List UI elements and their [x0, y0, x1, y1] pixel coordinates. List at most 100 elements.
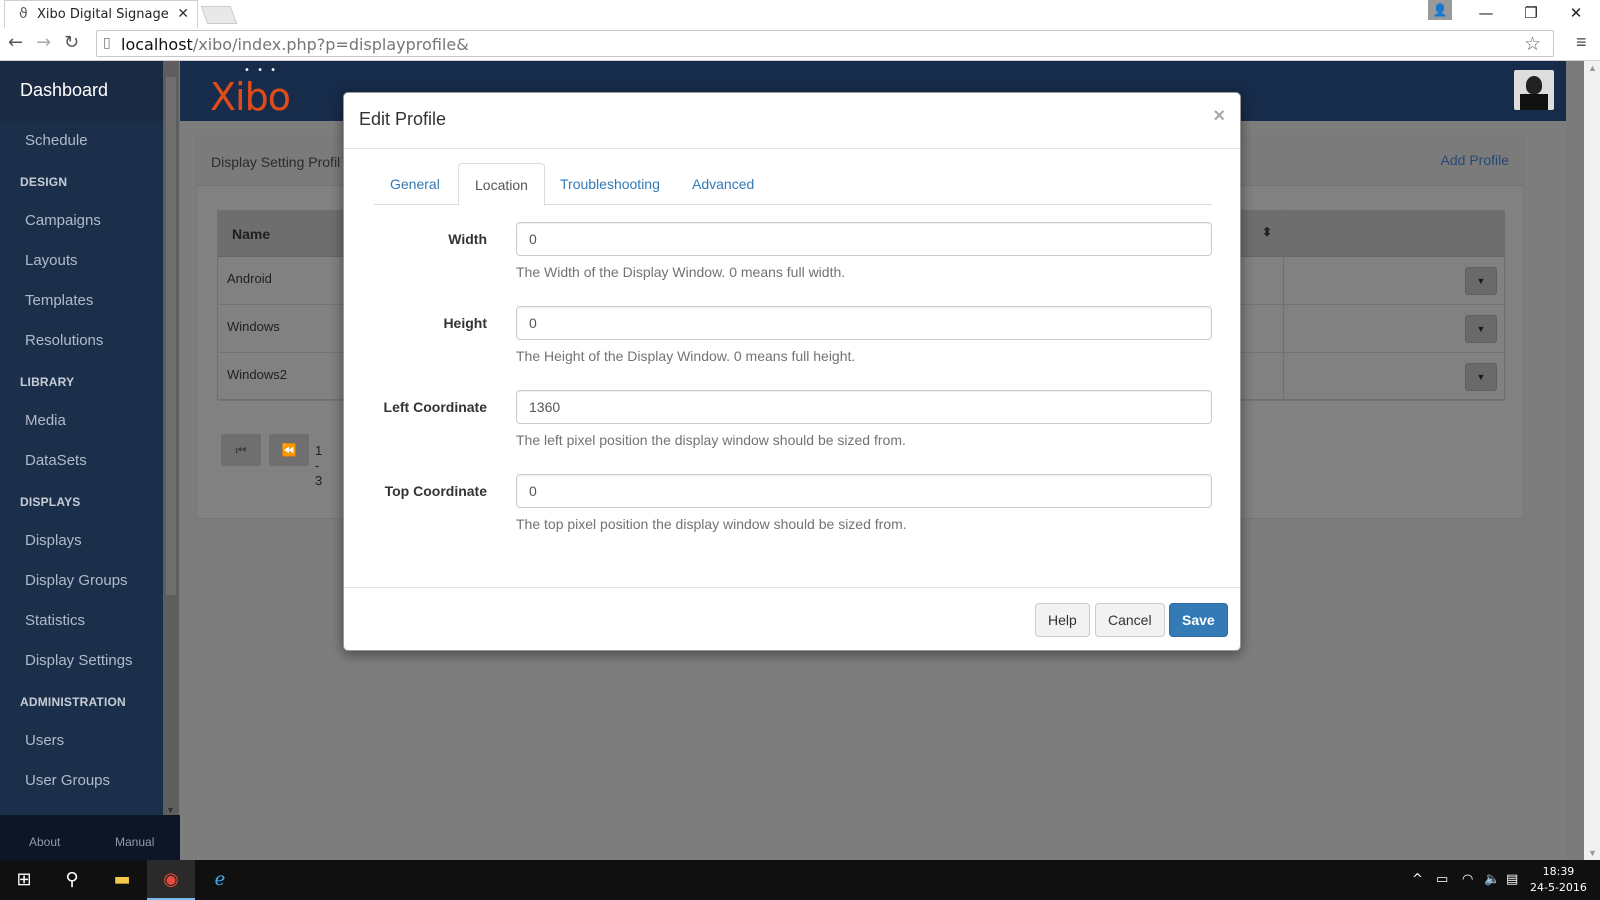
modal-title: Edit Profile — [359, 109, 447, 129]
pager-text: 1 - 3 — [315, 443, 323, 488]
panel-title: Display Setting Profil — [211, 154, 341, 170]
sidebar-section-design: DESIGN — [20, 175, 68, 189]
restore-icon[interactable]: ❐ — [1509, 0, 1553, 26]
search-icon[interactable]: ⚲ — [48, 860, 96, 900]
sidebar-item-users[interactable]: Users — [0, 721, 163, 761]
file-explorer-icon[interactable]: ▬ — [98, 860, 146, 900]
internet-explorer-icon[interactable]: ℯ — [196, 860, 244, 900]
save-button[interactable]: Save — [1169, 603, 1228, 637]
avatar-head — [1526, 76, 1542, 94]
sidebar-item-displays[interactable]: Displays — [0, 521, 163, 561]
height-help: The Height of the Display Window. 0 mean… — [516, 348, 856, 364]
tray-chevron-icon[interactable]: ^ — [1412, 872, 1423, 887]
sidebar-item-campaigns[interactable]: Campaigns — [0, 201, 163, 241]
height-input[interactable] — [516, 306, 1212, 340]
manual-link[interactable]: Manual — [115, 835, 154, 849]
xibo-logo[interactable]: Xibo • • • — [210, 65, 291, 119]
sidebar-brand-dashboard[interactable]: Dashboard — [0, 61, 163, 121]
page-scroll-down-icon[interactable]: ▼ — [1588, 848, 1597, 858]
height-label: Height — [443, 315, 487, 331]
new-tab-button[interactable] — [200, 6, 238, 24]
clock-date: 24-5-2016 — [1530, 881, 1587, 894]
previous-page-icon[interactable]: ⏪ — [269, 434, 309, 466]
logo-dots: • • • — [244, 65, 279, 76]
sidebar-item-user-groups[interactable]: User Groups — [0, 761, 163, 801]
sidebar-section-administration: ADMINISTRATION — [20, 695, 126, 709]
sidebar-footer: About Manual — [0, 815, 180, 860]
sidebar-item-media[interactable]: Media — [0, 401, 163, 441]
sort-icon[interactable]: ⬍ — [1262, 225, 1272, 239]
tab-advanced[interactable]: Advanced — [676, 163, 770, 205]
left-coordinate-help: The left pixel position the display wind… — [516, 432, 906, 448]
row-actions-dropdown-icon[interactable]: ▼ — [1465, 363, 1497, 391]
scroll-up-icon[interactable]: ▲ — [1588, 63, 1597, 73]
row-name: Windows2 — [227, 367, 287, 382]
modal-close-icon[interactable]: × — [1213, 105, 1225, 128]
bookmark-star-icon[interactable]: ☆ — [1524, 33, 1541, 55]
sidebar-item-display-groups[interactable]: Display Groups — [0, 561, 163, 601]
tab-location[interactable]: Location — [458, 163, 545, 206]
modal-header: Edit Profile × — [344, 93, 1240, 149]
url-host: localhost — [121, 35, 193, 54]
sidebar-item-schedule[interactable]: Schedule — [0, 121, 163, 161]
tab-troubleshooting[interactable]: Troubleshooting — [544, 163, 676, 205]
tab-general[interactable]: General — [374, 163, 456, 205]
sidebar-item-display-settings[interactable]: Display Settings — [0, 641, 163, 681]
page-scrollbar[interactable]: ▲ ▼ — [1584, 61, 1600, 860]
top-coordinate-help: The top pixel position the display windo… — [516, 516, 907, 532]
page-icon: ▯ — [103, 35, 111, 51]
tab-title: Xibo Digital Signage — [37, 7, 169, 22]
wifi-icon[interactable]: ◠ — [1462, 872, 1473, 887]
address-toolbar: ← → ↻ ▯ localhost/xibo/index.php?p=displ… — [0, 28, 1600, 61]
close-tab-icon[interactable]: ✕ — [177, 6, 189, 22]
add-profile-link[interactable]: Add Profile — [1441, 152, 1509, 168]
sidebar-item-datasets[interactable]: DataSets — [0, 441, 163, 481]
top-coordinate-input[interactable] — [516, 474, 1212, 508]
xibo-favicon-icon: ϑ — [19, 6, 28, 22]
width-help: The Width of the Display Window. 0 means… — [516, 264, 846, 280]
windows-start-icon[interactable]: ⊞ — [0, 860, 48, 900]
sidebar-section-displays: DISPLAYS — [20, 495, 81, 509]
minimize-icon[interactable]: — — [1464, 0, 1508, 26]
first-page-icon[interactable]: ⏮ — [221, 434, 261, 466]
clock[interactable]: 18:39 24-5-2016 — [1530, 864, 1587, 896]
left-coordinate-input[interactable] — [516, 390, 1212, 424]
row-name: Windows — [227, 319, 280, 334]
modal-tabs: General Location Troubleshooting Advance… — [374, 163, 1212, 206]
cancel-button[interactable]: Cancel — [1095, 603, 1165, 637]
volume-icon[interactable]: 🔈 — [1484, 872, 1500, 887]
reload-icon[interactable]: ↻ — [64, 32, 79, 53]
sidebar-menu: Schedule DESIGN Campaigns Layouts Templates R… — [0, 121, 163, 801]
sidebar-section-library: LIBRARY — [20, 375, 75, 389]
browser-menu-icon[interactable]: ≡ — [1576, 32, 1587, 53]
clock-time: 18:39 — [1542, 865, 1575, 878]
browser-tab[interactable]: ϑ Xibo Digital Signage ✕ — [4, 0, 198, 28]
sidebar-scrollbar[interactable]: ▼ — [163, 61, 179, 815]
forward-icon[interactable]: → — [36, 32, 51, 53]
sidebar-item-resolutions[interactable]: Resolutions — [0, 321, 163, 361]
sidebar-item-templates[interactable]: Templates — [0, 281, 163, 321]
back-icon[interactable]: ← — [8, 32, 23, 53]
sidebar-item-layouts[interactable]: Layouts — [0, 241, 163, 281]
chrome-icon[interactable]: ◉ — [147, 860, 195, 900]
window-close-icon[interactable]: ✕ — [1554, 0, 1598, 26]
column-name-header[interactable]: Name — [232, 226, 270, 242]
row-actions-dropdown-icon[interactable]: ▼ — [1465, 315, 1497, 343]
sidebar-item-statistics[interactable]: Statistics — [0, 601, 163, 641]
row-actions-dropdown-icon[interactable]: ▼ — [1465, 267, 1497, 295]
url-input[interactable]: ▯ localhost/xibo/index.php?p=displayprof… — [96, 30, 1554, 57]
help-button[interactable]: Help — [1035, 603, 1090, 637]
battery-icon[interactable]: ▭ — [1436, 872, 1448, 887]
sidebar: Dashboard Schedule DESIGN Campaigns Layouts… — [0, 61, 163, 860]
modal-footer: Help Cancel Save — [344, 587, 1240, 652]
url-path: /xibo/index.php?p=displayprofile& — [192, 35, 469, 54]
about-link[interactable]: About — [29, 835, 60, 849]
row-name: Android — [227, 271, 272, 286]
notifications-icon[interactable]: ▤ — [1506, 872, 1518, 887]
scroll-down-icon[interactable]: ▼ — [166, 805, 175, 815]
avatar[interactable] — [1514, 70, 1554, 110]
profile-icon[interactable]: 👤 — [1428, 0, 1452, 20]
width-input[interactable] — [516, 222, 1212, 256]
sidebar-scroll-thumb[interactable] — [166, 77, 176, 595]
width-label: Width — [448, 231, 487, 247]
